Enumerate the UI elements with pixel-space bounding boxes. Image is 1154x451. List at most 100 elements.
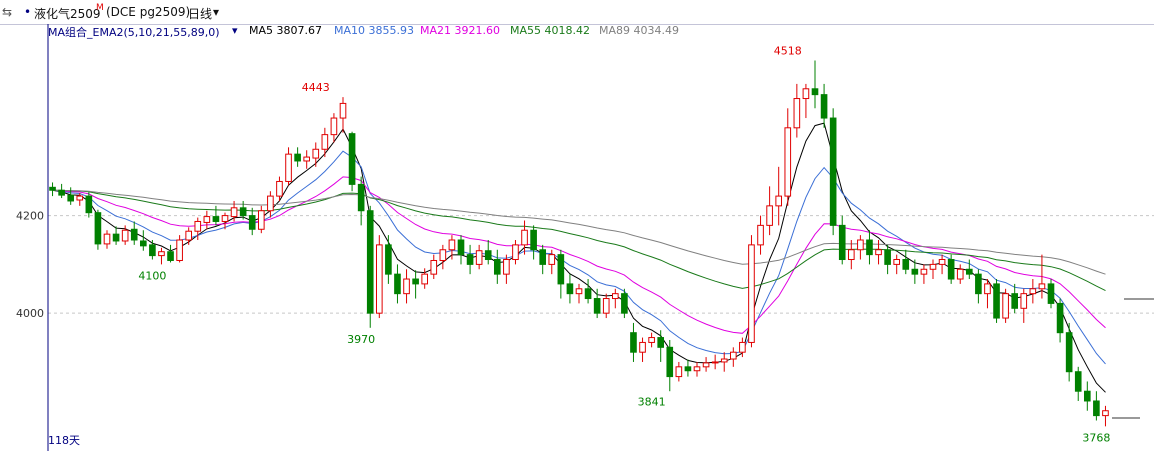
candle[interactable] bbox=[965, 259, 973, 280]
candle[interactable] bbox=[838, 215, 846, 265]
candle[interactable] bbox=[1083, 381, 1091, 411]
candle[interactable] bbox=[176, 235, 183, 263]
candle[interactable] bbox=[1020, 288, 1028, 323]
indicator-name[interactable]: MA组合_EMA2(5,10,21,55,89,0) bbox=[48, 24, 220, 40]
candle[interactable] bbox=[1002, 288, 1009, 323]
candle[interactable] bbox=[575, 283, 583, 304]
candle[interactable] bbox=[530, 225, 537, 260]
candle[interactable] bbox=[185, 227, 193, 245]
candle[interactable] bbox=[766, 186, 773, 236]
candle[interactable] bbox=[339, 97, 347, 133]
indicator-caret-icon[interactable]: ▾ bbox=[232, 24, 238, 37]
candle[interactable] bbox=[539, 244, 547, 275]
candle[interactable] bbox=[430, 254, 438, 280]
candle[interactable] bbox=[666, 340, 674, 392]
candle[interactable] bbox=[829, 108, 837, 236]
candle[interactable] bbox=[1011, 283, 1019, 314]
candle[interactable] bbox=[648, 332, 655, 348]
candle[interactable] bbox=[466, 244, 474, 275]
candle[interactable] bbox=[112, 226, 120, 245]
candle[interactable] bbox=[793, 83, 801, 138]
candle[interactable] bbox=[303, 150, 311, 169]
candle[interactable] bbox=[857, 235, 864, 260]
swap-icon[interactable]: ⇆ bbox=[2, 5, 12, 19]
candle[interactable] bbox=[820, 83, 828, 128]
candle[interactable] bbox=[394, 264, 401, 304]
candle[interactable] bbox=[1093, 391, 1100, 421]
candle[interactable] bbox=[248, 207, 256, 236]
candle[interactable] bbox=[149, 240, 156, 260]
candle[interactable] bbox=[947, 254, 955, 284]
candlestick-chart[interactable]: 4443 4100 3970 3841 4518 3768 4000 4200 bbox=[0, 0, 1154, 451]
candle[interactable] bbox=[984, 279, 991, 309]
candle[interactable] bbox=[702, 357, 710, 372]
period-selector[interactable]: 日线 bbox=[188, 5, 212, 22]
candle[interactable] bbox=[729, 347, 737, 367]
candle[interactable] bbox=[866, 230, 873, 265]
candle[interactable] bbox=[484, 240, 492, 265]
candle[interactable] bbox=[167, 244, 174, 263]
candle[interactable] bbox=[639, 337, 646, 362]
candle[interactable] bbox=[203, 210, 211, 230]
candle[interactable] bbox=[403, 269, 410, 304]
candle[interactable] bbox=[385, 235, 392, 284]
candle[interactable] bbox=[566, 274, 574, 304]
candle[interactable] bbox=[49, 182, 56, 197]
candle[interactable] bbox=[784, 108, 792, 206]
candle[interactable] bbox=[557, 249, 565, 299]
candle[interactable] bbox=[512, 240, 519, 265]
candles[interactable] bbox=[49, 60, 1109, 427]
candle[interactable] bbox=[802, 83, 810, 119]
candle[interactable] bbox=[312, 142, 320, 167]
candle[interactable] bbox=[330, 113, 338, 143]
candle[interactable] bbox=[285, 147, 292, 186]
candle[interactable] bbox=[893, 254, 901, 275]
candle[interactable] bbox=[775, 166, 783, 226]
candle[interactable] bbox=[94, 209, 102, 250]
candle[interactable] bbox=[1029, 279, 1037, 304]
candle[interactable] bbox=[847, 240, 855, 270]
candle[interactable] bbox=[294, 147, 301, 167]
candle[interactable] bbox=[956, 264, 964, 284]
candle[interactable] bbox=[1065, 322, 1073, 382]
candle[interactable] bbox=[457, 235, 465, 265]
candle[interactable] bbox=[929, 259, 937, 280]
candle[interactable] bbox=[693, 361, 701, 377]
candle[interactable] bbox=[602, 293, 610, 319]
candle[interactable] bbox=[675, 361, 683, 382]
candle[interactable] bbox=[503, 254, 510, 284]
candle[interactable] bbox=[58, 183, 65, 199]
candle[interactable] bbox=[684, 359, 692, 377]
candle[interactable] bbox=[357, 176, 365, 226]
candle[interactable] bbox=[748, 235, 755, 348]
candle[interactable] bbox=[366, 205, 374, 328]
candle[interactable] bbox=[938, 254, 946, 275]
candle[interactable] bbox=[1074, 366, 1082, 401]
candle[interactable] bbox=[439, 244, 447, 270]
candle[interactable] bbox=[267, 191, 274, 218]
candle[interactable] bbox=[103, 230, 111, 249]
candle[interactable] bbox=[85, 192, 93, 218]
symbol-name[interactable]: 液化气2509 bbox=[34, 5, 101, 22]
candle[interactable] bbox=[412, 270, 419, 299]
candle[interactable] bbox=[611, 288, 619, 309]
candle[interactable] bbox=[158, 247, 165, 265]
candle[interactable] bbox=[720, 352, 728, 372]
candle[interactable] bbox=[811, 60, 819, 109]
candle[interactable] bbox=[139, 230, 147, 251]
candle[interactable] bbox=[621, 288, 628, 319]
candle[interactable] bbox=[884, 244, 891, 275]
candle[interactable] bbox=[257, 205, 265, 234]
candle[interactable] bbox=[584, 279, 592, 304]
candle[interactable] bbox=[993, 279, 1000, 323]
candle[interactable] bbox=[920, 264, 928, 284]
candle[interactable] bbox=[975, 269, 982, 304]
chevron-down-icon[interactable]: ▾ bbox=[213, 5, 219, 19]
candle[interactable] bbox=[757, 215, 764, 255]
candle[interactable] bbox=[130, 221, 138, 245]
candle[interactable] bbox=[630, 322, 637, 362]
candle[interactable] bbox=[711, 354, 719, 370]
candle[interactable] bbox=[67, 187, 75, 205]
candle[interactable] bbox=[375, 235, 383, 319]
candle[interactable] bbox=[1047, 279, 1055, 309]
